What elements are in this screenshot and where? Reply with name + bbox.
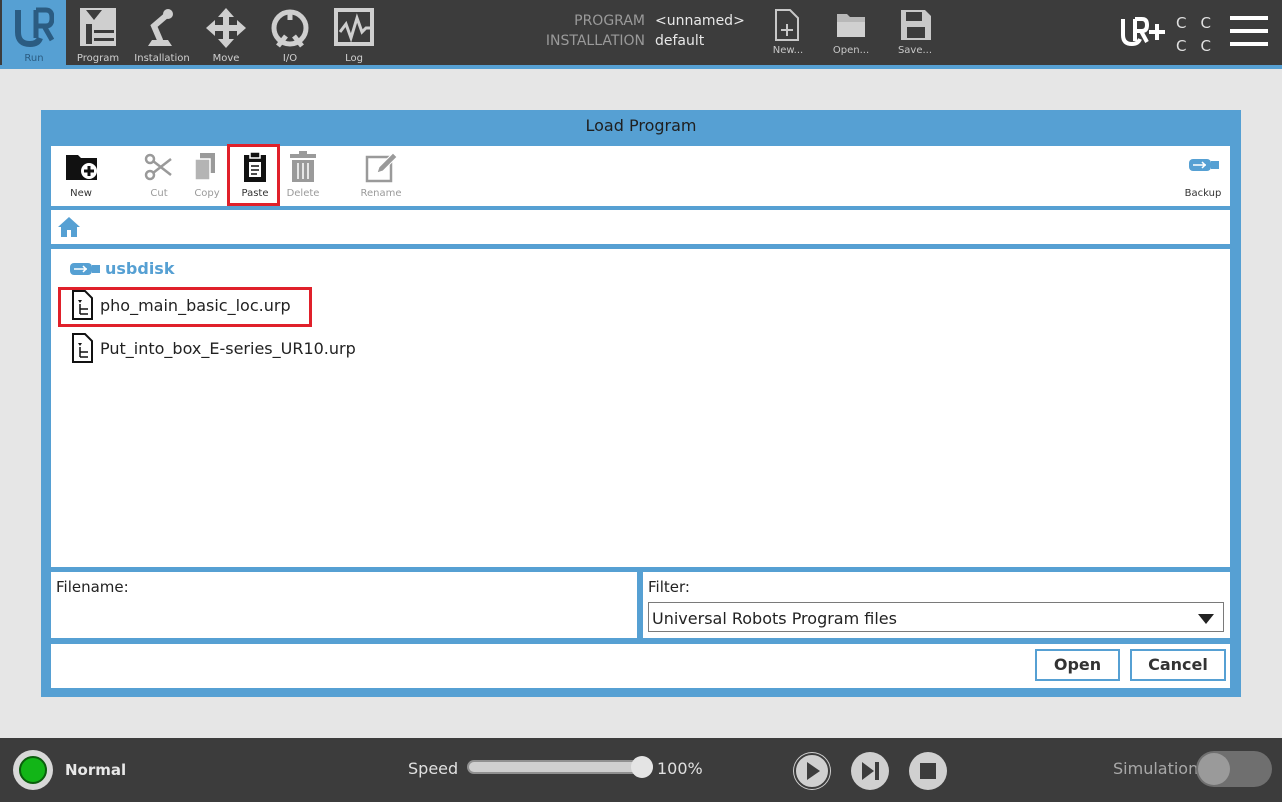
- move-arrows-icon: [206, 8, 246, 48]
- folder-name: usbdisk: [105, 259, 175, 278]
- program-label: PROGRAM: [574, 13, 645, 29]
- new-program-label: New...: [772, 45, 804, 56]
- open-program-button[interactable]: Open...: [823, 0, 879, 66]
- paste-button[interactable]: Paste: [231, 146, 279, 204]
- rename-button[interactable]: Rename: [357, 146, 405, 204]
- stop-button[interactable]: [909, 752, 947, 790]
- new-folder-icon: [66, 155, 97, 180]
- program-file-icon: [72, 290, 93, 320]
- robot-status-text: Normal: [65, 761, 127, 779]
- play-button[interactable]: [793, 752, 831, 790]
- file-toolbar: New Cut Copy Paste Delete Rename Backup: [51, 144, 1230, 206]
- filename-field[interactable]: Filename:: [51, 572, 637, 638]
- stop-icon: [920, 763, 936, 779]
- installation-label: INSTALLATION: [545, 33, 645, 49]
- nav-move[interactable]: Move: [194, 0, 258, 66]
- new-folder-label: New: [70, 188, 92, 199]
- installation-name: default: [655, 33, 705, 49]
- rename-label: Rename: [360, 188, 402, 199]
- filename-filter-row: Filename: Filter: Universal Robots Progr…: [51, 572, 1230, 638]
- save-disk-icon: [901, 10, 931, 40]
- speed-slider-track[interactable]: [467, 760, 653, 774]
- top-bar-accent-line: [0, 65, 1282, 69]
- program-file-icon: [72, 333, 93, 363]
- nav-log-label: Log: [345, 53, 363, 64]
- load-program-dialog: Load Program New Cut Copy Paste Delete R…: [41, 110, 1241, 697]
- copy-button[interactable]: Copy: [183, 146, 231, 204]
- cc-indicator: CC CC: [1176, 14, 1225, 55]
- new-file-icon: [775, 9, 799, 41]
- footer-bar: Normal Speed 100% Simulation: [0, 738, 1282, 802]
- io-icon: [271, 9, 309, 48]
- list-item[interactable]: pho_main_basic_loc.urp: [71, 287, 371, 323]
- speed-label: Speed: [408, 759, 459, 778]
- clipboard-icon: [244, 151, 266, 182]
- nav-program-label: Program: [76, 53, 120, 64]
- dialog-button-row: Open Cancel: [51, 644, 1230, 688]
- pencil-icon: [365, 152, 398, 183]
- nav-run[interactable]: Run: [2, 0, 66, 66]
- step-forward-icon: [862, 762, 879, 780]
- delete-label: Delete: [286, 188, 320, 199]
- hamburger-menu-icon[interactable]: [1230, 14, 1268, 48]
- ur-logo-icon: [15, 7, 54, 48]
- delete-button[interactable]: Delete: [279, 146, 327, 204]
- filter-panel: Filter: Universal Robots Program files: [643, 572, 1230, 638]
- simulation-toggle-knob: [1198, 753, 1230, 785]
- save-program-label: Save...: [897, 45, 933, 56]
- robot-arm-icon: [148, 9, 173, 46]
- simulation-toggle[interactable]: [1196, 751, 1272, 787]
- filter-dropdown[interactable]: Universal Robots Program files: [648, 602, 1224, 632]
- speed-slider-handle[interactable]: [631, 756, 653, 778]
- speed-value: 100%: [657, 759, 703, 778]
- program-name: <unnamed>: [655, 13, 745, 29]
- usb-icon: [1189, 159, 1219, 171]
- backup-button[interactable]: Backup: [1179, 146, 1227, 204]
- file-list: usbdisk pho_main_basic_loc.urp Put_into_…: [51, 249, 1230, 567]
- program-icon: [80, 8, 116, 46]
- nav-move-label: Move: [212, 53, 240, 64]
- new-program-button[interactable]: New...: [760, 0, 816, 66]
- nav-io[interactable]: I/O: [258, 0, 322, 66]
- robot-status-light[interactable]: [13, 750, 53, 790]
- usb-icon: [70, 263, 100, 275]
- nav-program[interactable]: Program: [66, 0, 130, 66]
- nav-io-label: I/O: [282, 53, 298, 64]
- log-waveform-icon: [334, 8, 374, 46]
- dialog-title: Load Program: [585, 116, 697, 135]
- simulation-label: Simulation: [1113, 759, 1199, 778]
- chevron-down-icon: [1198, 614, 1214, 624]
- backup-label: Backup: [1184, 188, 1222, 199]
- open-program-label: Open...: [832, 45, 870, 56]
- ur-plus-logo-icon[interactable]: [1120, 16, 1166, 48]
- play-icon: [794, 753, 830, 789]
- save-program-button[interactable]: Save...: [887, 0, 943, 66]
- top-bar: Run Program Installation Move I/O Log PR…: [0, 0, 1282, 66]
- status-indicator-dot: [19, 756, 47, 784]
- nav-log[interactable]: Log: [322, 0, 386, 66]
- scissors-icon: [144, 153, 172, 181]
- trash-icon: [290, 151, 316, 182]
- nav-installation[interactable]: Installation: [130, 0, 194, 66]
- filename-label: Filename:: [56, 578, 129, 596]
- home-icon[interactable]: [57, 216, 81, 238]
- filter-selected-value: Universal Robots Program files: [652, 609, 897, 628]
- file-name: Put_into_box_E-series_UR10.urp: [100, 339, 356, 358]
- list-item[interactable]: Put_into_box_E-series_UR10.urp: [71, 330, 391, 366]
- step-button[interactable]: [851, 752, 889, 790]
- file-name: pho_main_basic_loc.urp: [100, 296, 291, 315]
- nav-run-label: Run: [24, 53, 44, 64]
- filter-label: Filter:: [648, 578, 690, 596]
- open-folder-icon: [837, 14, 865, 37]
- cut-button[interactable]: Cut: [135, 146, 183, 204]
- copy-icon: [194, 153, 215, 181]
- nav-installation-label: Installation: [134, 53, 190, 64]
- new-folder-button[interactable]: New: [57, 146, 105, 204]
- cancel-button[interactable]: Cancel: [1130, 649, 1226, 681]
- breadcrumb: [51, 210, 1230, 244]
- open-button[interactable]: Open: [1035, 649, 1120, 681]
